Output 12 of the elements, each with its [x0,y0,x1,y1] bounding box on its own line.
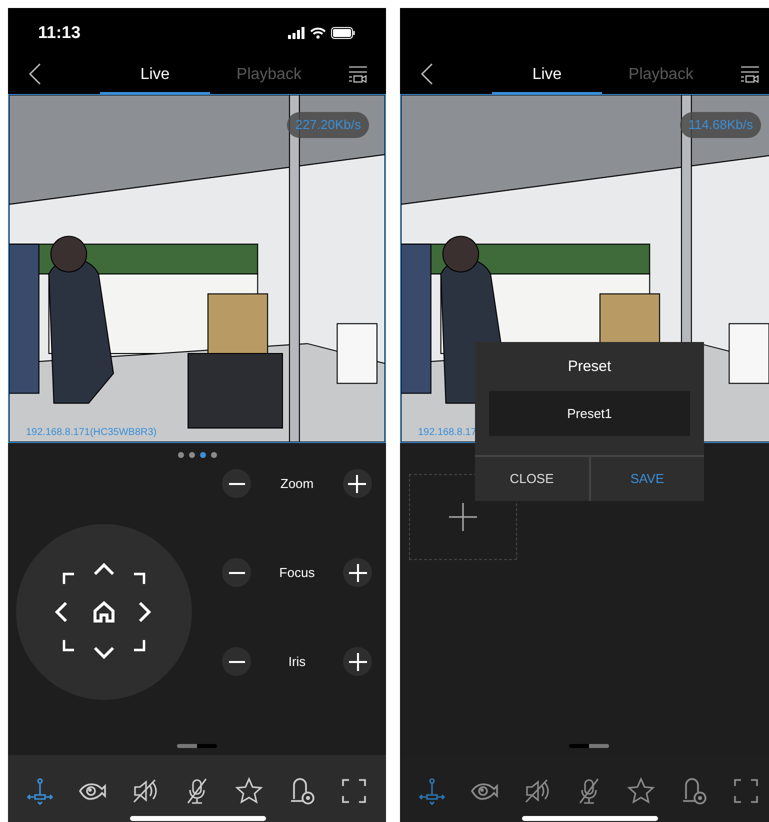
device-label: 192.168.8.171(HC35WB8R3) [26,426,157,440]
status-time: 11:13 [38,22,81,44]
lens-label: Zoom [280,474,314,493]
bitrate-badge: 227.20Kb/s [287,112,369,138]
dialog-title: Preset [566,357,612,377]
preset-name-field[interactable]: Preset1 [489,390,690,436]
bitrate-badge: 114.68Kb/s [680,112,761,138]
lens-label: Iris [288,652,306,671]
dialog-button[interactable]: CLOSE [475,456,588,500]
lens-label: Focus [279,564,315,582]
device-label: 192.168.8.17 [418,426,476,440]
dialog-button[interactable]: SAVE [588,456,704,500]
